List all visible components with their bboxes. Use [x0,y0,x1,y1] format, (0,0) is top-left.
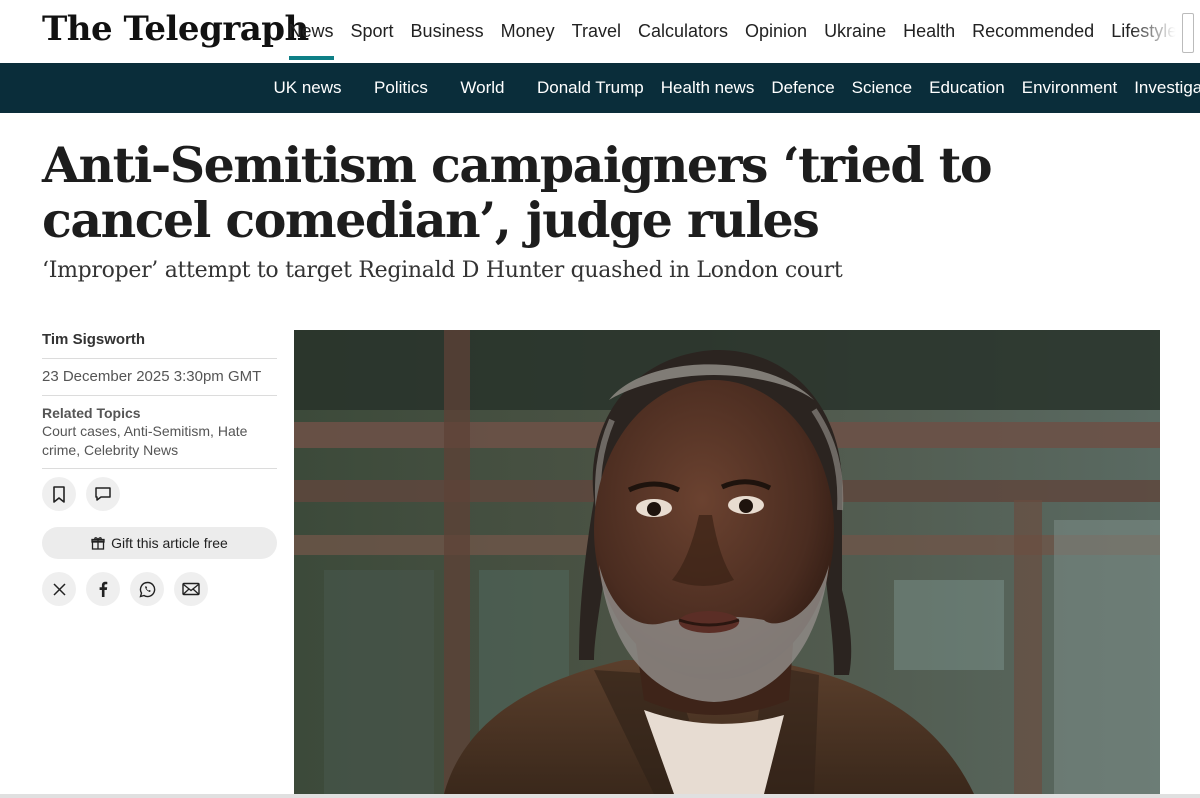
subnav-item-investigations[interactable]: Investigations [1134,78,1200,98]
article-meta-sidebar: Tim Sigsworth 23 December 2025 3:30pm GM… [42,330,277,606]
subnav-item-science[interactable]: Science [852,78,912,98]
nav-item-sport[interactable]: Sport [351,0,394,63]
gift-icon [91,537,105,550]
nav-item-money[interactable]: Money [501,0,555,63]
article-headline: Anti-Semitism campaigners ‘tried to canc… [42,136,993,249]
related-topics-links[interactable]: Court cases, Anti-Semitism, Hate crime, … [42,422,277,460]
article-actions [42,477,277,511]
subnav-item-donald-trump[interactable]: Donald Trump [537,78,644,98]
comment-icon [95,487,111,501]
publish-date: 23 December 2025 3:30pm GMT [42,368,262,385]
divider [42,468,277,469]
comments-button[interactable] [86,477,120,511]
page-bottom-edge [0,794,1200,798]
nav-item-news[interactable]: News [288,0,334,63]
photo-illustration [294,330,1160,794]
save-button[interactable] [42,477,76,511]
whatsapp-icon [138,581,155,598]
nav-item-recommended[interactable]: Recommended [972,0,1094,63]
facebook-icon [99,581,108,597]
top-navigation: The Telegraph News Sport Business Money … [0,0,1200,64]
subnav-item-uk-news[interactable]: UK news [274,78,342,98]
related-topics-title: Related Topics [42,405,141,421]
author-name[interactable]: Tim Sigsworth [42,330,277,350]
nav-item-health[interactable]: Health [903,0,955,63]
section-navigation: UK news Politics World Donald Trump Heal… [0,63,1200,113]
nav-item-calculators[interactable]: Calculators [638,0,728,63]
gift-article-button[interactable]: Gift this article free [42,527,277,559]
subnav-item-world[interactable]: World [460,78,504,98]
nav-item-ukraine[interactable]: Ukraine [824,0,886,63]
nav-scroll-handle[interactable] [1182,13,1194,53]
article-lead-image[interactable] [294,330,1160,794]
nav-item-business[interactable]: Business [411,0,484,63]
article-standfirst: ‘Improper’ attempt to target Reginald D … [42,258,843,283]
subnav-item-education[interactable]: Education [929,78,1005,98]
x-icon [52,582,66,596]
share-facebook-button[interactable] [86,572,120,606]
subnav-item-politics[interactable]: Politics [374,78,428,98]
subnav-item-health-news[interactable]: Health news [661,78,755,98]
divider [42,395,277,396]
share-whatsapp-button[interactable] [130,572,164,606]
subnav-item-defence[interactable]: Defence [771,78,834,98]
bookmark-icon [53,485,65,503]
email-icon [182,582,200,596]
share-buttons [42,572,277,606]
subnav-item-environment[interactable]: Environment [1022,78,1117,98]
main-nav: News Sport Business Money Travel Calcula… [280,0,1186,63]
gift-label: Gift this article free [111,535,228,551]
share-email-button[interactable] [174,572,208,606]
nav-item-opinion[interactable]: Opinion [745,0,807,63]
divider [42,358,277,359]
share-x-button[interactable] [42,572,76,606]
telegraph-logo[interactable]: The Telegraph [42,9,309,49]
nav-item-travel[interactable]: Travel [572,0,621,63]
